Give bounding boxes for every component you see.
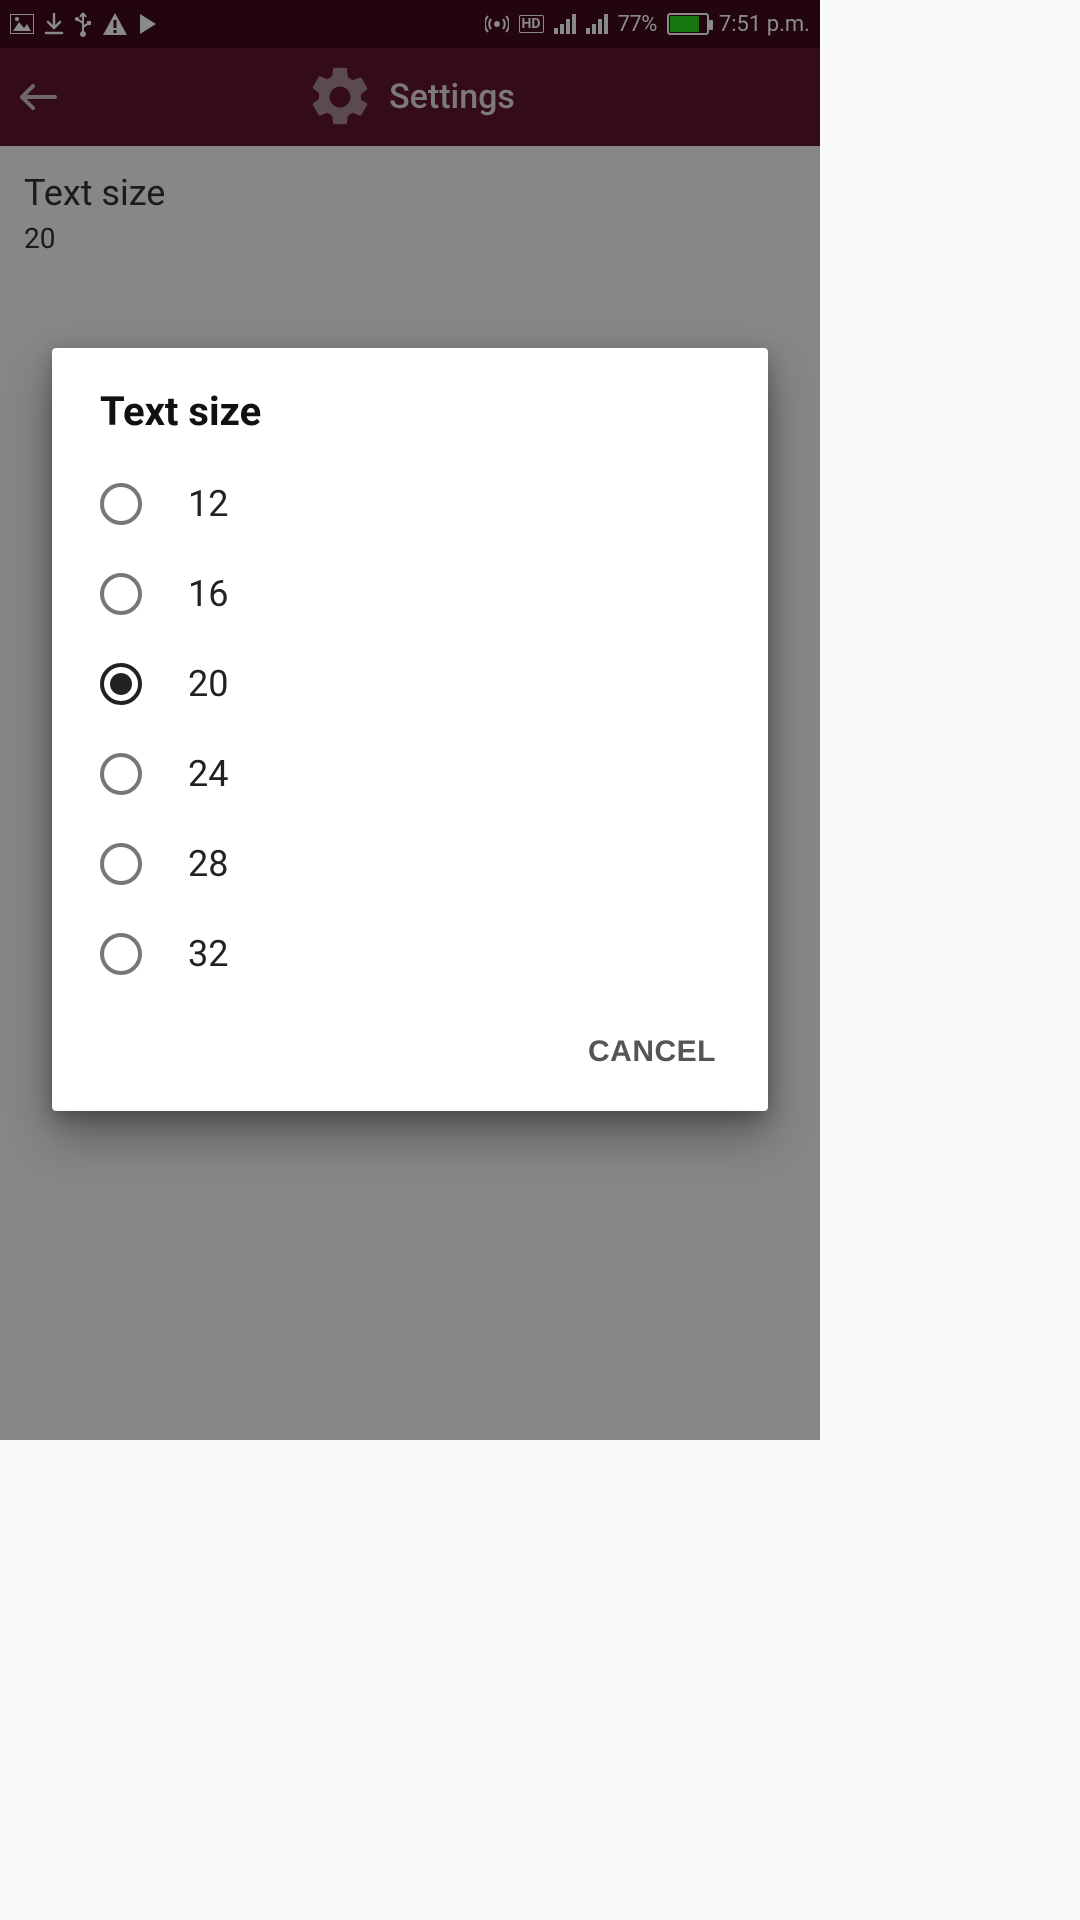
option-label: 20 bbox=[188, 663, 228, 705]
cancel-button[interactable]: CANCEL bbox=[584, 1027, 720, 1077]
option-label: 12 bbox=[188, 483, 228, 525]
radio-icon bbox=[100, 933, 142, 975]
text-size-option-12[interactable]: 12 bbox=[52, 459, 768, 549]
text-size-option-28[interactable]: 28 bbox=[52, 819, 768, 909]
option-label: 28 bbox=[188, 843, 228, 885]
dialog-title: Text size bbox=[52, 348, 768, 459]
option-label: 16 bbox=[188, 573, 228, 615]
radio-icon bbox=[100, 573, 142, 615]
radio-icon bbox=[100, 753, 142, 795]
dialog-options: 12 16 20 24 28 32 bbox=[52, 459, 768, 999]
radio-icon bbox=[100, 483, 142, 525]
text-size-option-16[interactable]: 16 bbox=[52, 549, 768, 639]
text-size-option-32[interactable]: 32 bbox=[52, 909, 768, 999]
text-size-option-20[interactable]: 20 bbox=[52, 639, 768, 729]
radio-icon bbox=[100, 843, 142, 885]
text-size-option-24[interactable]: 24 bbox=[52, 729, 768, 819]
radio-icon bbox=[100, 663, 142, 705]
text-size-dialog: Text size 12 16 20 24 28 32 CANCEL bbox=[52, 348, 768, 1111]
option-label: 32 bbox=[188, 933, 228, 975]
option-label: 24 bbox=[188, 753, 228, 795]
